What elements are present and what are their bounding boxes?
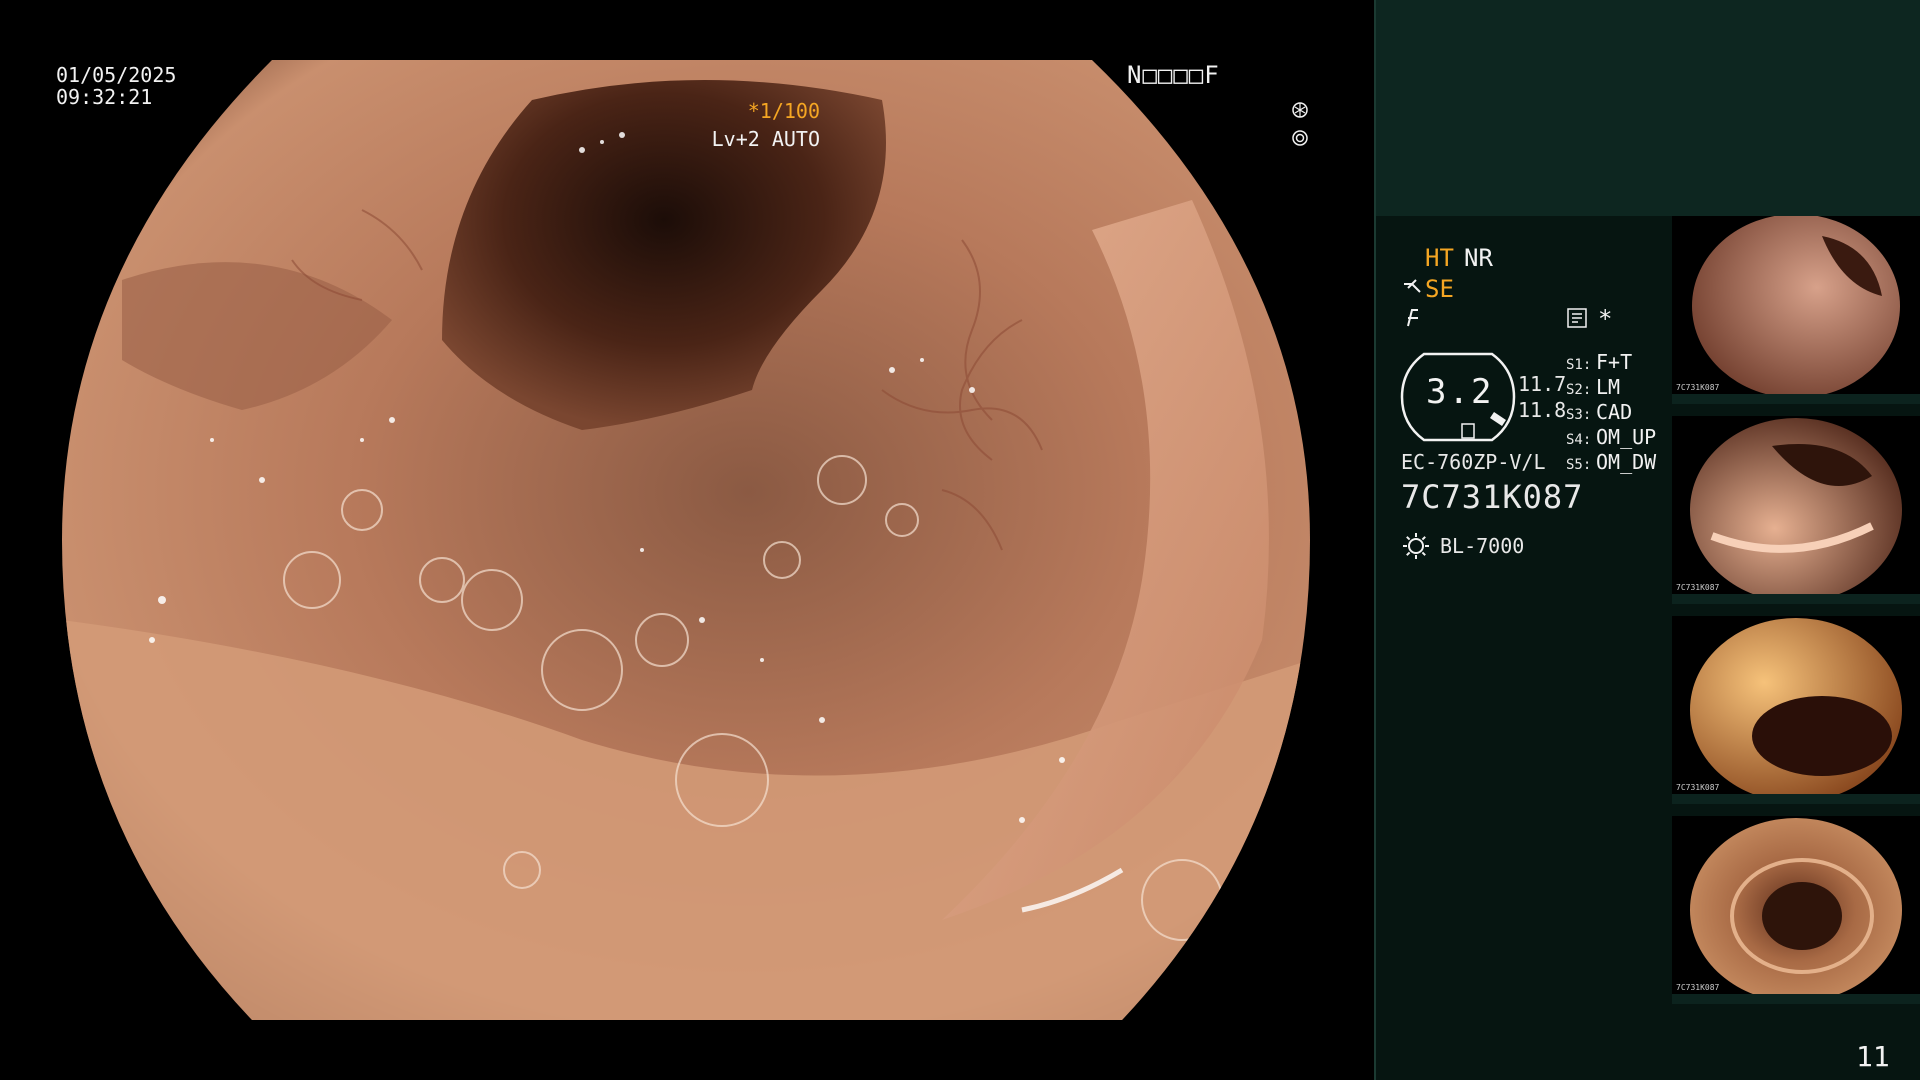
date-text: 01/05/2025 xyxy=(56,63,177,87)
thumbnail-3[interactable]: 7C731K087 xyxy=(1672,616,1920,804)
thumbnail-image xyxy=(1690,818,1902,1002)
preset-key: S3: xyxy=(1566,407,1592,423)
pressure-value-a: 11.7 xyxy=(1518,372,1567,396)
iris-level-text: Lv+2 AUTO xyxy=(711,127,820,151)
thumbnail-caption: 7C731K087 xyxy=(1676,983,1720,992)
patient-id-text: N□□□□F xyxy=(1127,61,1220,89)
preset-item: S5: OM_DW xyxy=(1566,450,1656,475)
preset-value: OM_UP xyxy=(1596,425,1657,449)
thumbnail-bar xyxy=(1672,994,1920,1004)
scope-model-text: EC-760ZP-V/L xyxy=(1401,450,1546,474)
preset-key: S5: xyxy=(1566,457,1592,473)
thumbnail-caption: 7C731K087 xyxy=(1676,383,1720,392)
light-source-icon xyxy=(1403,533,1429,559)
function-icon xyxy=(1407,309,1418,327)
thumbnail-caption: 7C731K087 xyxy=(1676,583,1720,592)
shutter-speed-text: *1/100 xyxy=(747,99,820,123)
iris-icon xyxy=(1292,130,1308,146)
endoscope-main-view: 01/05/2025 09:32:21 N□□□□F *1/100 Lv+2 A… xyxy=(0,0,1374,1080)
star-indicator: * xyxy=(1598,305,1613,333)
thumbnail-4[interactable]: 7C731K087 xyxy=(1672,816,1920,1004)
scope-serial-text: 7C731K087 xyxy=(1401,478,1584,516)
preset-item: S3: CAD xyxy=(1566,400,1656,425)
thumbnail-bar xyxy=(1672,794,1920,804)
thumbnail-image xyxy=(1690,418,1902,602)
mode-se-label: SE xyxy=(1425,275,1454,303)
thumbnail-caption: 7C731K087 xyxy=(1676,783,1720,792)
preset-value: OM_DW xyxy=(1596,450,1657,474)
preset-key: S4: xyxy=(1566,432,1592,448)
mode-nr-label: NR xyxy=(1464,244,1493,272)
preset-value: CAD xyxy=(1596,400,1633,424)
preset-item: S2: LM xyxy=(1566,375,1656,400)
preset-item: S1: F+T xyxy=(1566,350,1656,375)
endoscopic-image xyxy=(62,60,1310,1020)
thumbnail-image xyxy=(1692,216,1900,398)
panel-header-area xyxy=(1374,0,1920,216)
switch-preset-list: S1: F+T S2: LM S3: CAD S4: OM_UP S5: OM_… xyxy=(1566,350,1656,475)
time-text: 09:32:21 xyxy=(56,85,153,109)
memo-icon xyxy=(1567,308,1587,328)
panel-divider xyxy=(1374,0,1376,1080)
preset-value: F+T xyxy=(1596,350,1633,374)
datetime-display: 01/05/2025 09:32:21 xyxy=(56,64,176,108)
mode-ht-label: HT xyxy=(1425,244,1454,272)
thumbnail-image xyxy=(1690,618,1902,802)
thumbnail-2[interactable]: 7C731K087 xyxy=(1672,416,1920,604)
light-source-text: BL-7000 xyxy=(1440,534,1525,558)
thumbnail-bar xyxy=(1672,394,1920,404)
preset-item: S4: OM_UP xyxy=(1566,425,1656,450)
thumbnail-bar xyxy=(1672,594,1920,604)
preset-value: LM xyxy=(1596,375,1621,399)
pressure-value-b: 11.8 xyxy=(1518,398,1567,422)
shutter-icon xyxy=(1292,102,1308,118)
preset-key: S2: xyxy=(1566,382,1592,398)
preset-key: S1: xyxy=(1566,357,1592,373)
page-number: 11 xyxy=(1856,1040,1890,1073)
zoom-value: 3.2 xyxy=(1426,372,1494,412)
thumbnail-1[interactable]: 7C731K087 xyxy=(1672,216,1920,404)
